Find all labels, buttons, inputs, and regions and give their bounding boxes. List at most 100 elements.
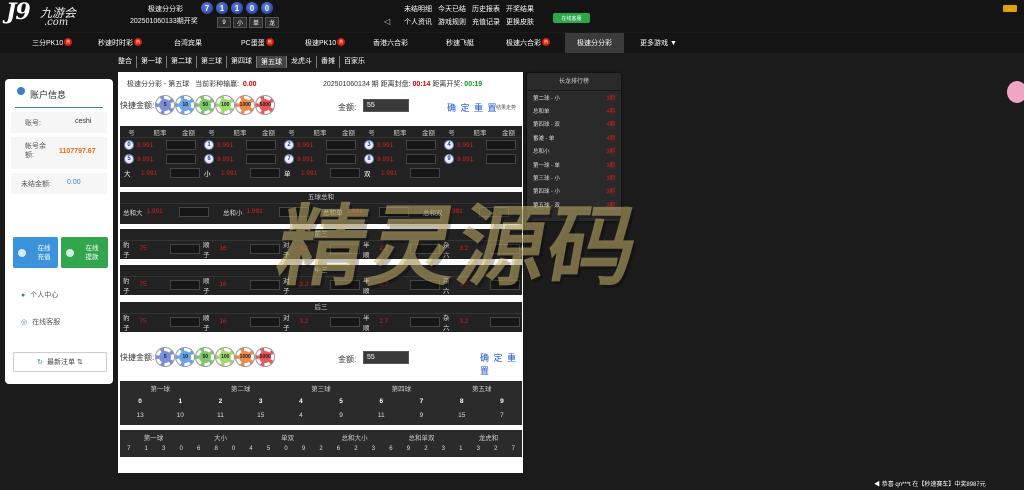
bet-amount-input[interactable] bbox=[326, 154, 356, 164]
subnav-item-0[interactable]: 整合 bbox=[114, 56, 137, 68]
bet-amount-input[interactable] bbox=[170, 168, 200, 178]
subnav-item-8[interactable]: 百家乐 bbox=[340, 56, 369, 68]
result-ball: 0 bbox=[246, 2, 258, 14]
bet-amount-input[interactable] bbox=[170, 243, 200, 254]
odds-value: 9.991 bbox=[137, 155, 154, 163]
history-header[interactable]: 总和大小 bbox=[321, 432, 388, 442]
bet-amount-input[interactable] bbox=[246, 140, 276, 150]
nav-item-1[interactable]: 秒速时时彩热 bbox=[98, 38, 142, 48]
deposit-button[interactable]: 在线充值 bbox=[13, 237, 58, 268]
chip-10[interactable]: 10 bbox=[176, 96, 195, 114]
history-header-row: 第一球 大小 单双 总和大小 总和单双 龙虎和 bbox=[120, 430, 522, 443]
bet-amount-input[interactable] bbox=[330, 316, 360, 327]
stats-numbers-row: 0 1 2 3 4 5 6 7 8 9 bbox=[120, 394, 522, 408]
chip-1000[interactable]: 1000 bbox=[236, 348, 255, 366]
withdraw-button[interactable]: 在线提款 bbox=[61, 237, 108, 268]
bet-amount-input[interactable] bbox=[166, 154, 196, 164]
nav-item-3[interactable]: PC蛋蛋热 bbox=[241, 38, 274, 48]
history-header[interactable]: 龙虎和 bbox=[455, 432, 522, 442]
nav-item-0[interactable]: 三分PK10 热 bbox=[32, 38, 73, 48]
stats-header[interactable]: 第二球 bbox=[200, 383, 280, 393]
bet-amount-input[interactable] bbox=[250, 168, 280, 178]
nav-item-8[interactable]: 极速分分彩 bbox=[565, 33, 624, 53]
bet-amount-input[interactable] bbox=[170, 279, 200, 290]
chip-100[interactable]: 100 bbox=[216, 96, 235, 114]
menu-unsettled[interactable]: 未结明细 bbox=[404, 4, 432, 14]
menu-change-skin[interactable]: 更换皮肤 bbox=[506, 17, 534, 27]
amount-input[interactable] bbox=[363, 99, 409, 112]
site-logo[interactable]: J9 九游会 .com bbox=[6, 0, 106, 29]
bet-amount-input[interactable] bbox=[486, 154, 516, 164]
bet-amount-input[interactable] bbox=[178, 206, 209, 217]
menu-draw-results[interactable]: 开奖结果 bbox=[506, 4, 534, 14]
stats-header[interactable]: 第五球 bbox=[442, 383, 522, 393]
refresh-bets-button[interactable]: ↻ 最新注单 ⇅ bbox=[13, 352, 107, 372]
result-ball: 1 bbox=[216, 2, 228, 14]
online-service-link[interactable]: ◎ 在线客服 bbox=[21, 317, 60, 327]
bet-amount-input[interactable] bbox=[166, 140, 196, 150]
loss-value: 0.00 bbox=[242, 81, 257, 88]
bet-amount-input[interactable] bbox=[406, 140, 436, 150]
bet-amount-input[interactable] bbox=[406, 154, 436, 164]
nav-item-9[interactable]: 更多游戏 ▼ bbox=[640, 38, 677, 48]
bet-amount-input[interactable] bbox=[250, 316, 280, 327]
chip-10[interactable]: 10 bbox=[176, 348, 195, 366]
chip-5[interactable]: 5 bbox=[156, 348, 175, 366]
bet-amount-input[interactable] bbox=[486, 140, 516, 150]
reset-button[interactable]: 重 置 bbox=[474, 103, 498, 113]
history-header[interactable]: 总和单双 bbox=[388, 432, 455, 442]
subnav-item-1[interactable]: 第一球 bbox=[137, 56, 167, 68]
menu-recharge-records[interactable]: 充值记录 bbox=[472, 17, 500, 27]
chip-1000[interactable]: 1000 bbox=[236, 96, 255, 114]
stats-header[interactable]: 第三球 bbox=[281, 383, 361, 393]
online-service-button[interactable]: 在线客服 bbox=[553, 13, 590, 23]
subnav-item-5[interactable]: 第五球 bbox=[257, 56, 287, 68]
chip-100[interactable]: 100 bbox=[216, 348, 235, 366]
number-ball: 1 bbox=[204, 140, 214, 150]
history-header[interactable]: 第一球 bbox=[120, 432, 187, 442]
chip-5000[interactable]: 5000 bbox=[256, 96, 275, 114]
bet-amount-input[interactable] bbox=[410, 316, 440, 327]
menu-game-rules[interactable]: 游戏规则 bbox=[438, 17, 466, 27]
personal-center-link[interactable]: ● 个人中心 bbox=[21, 290, 58, 300]
subnav-item-6[interactable]: 龙虎斗 bbox=[287, 56, 317, 68]
nav-item-2[interactable]: 台湾宾果 bbox=[174, 38, 202, 48]
odds-header: 赔率 bbox=[313, 129, 327, 137]
chip-50[interactable]: 50 bbox=[196, 348, 215, 366]
bet-amount-input[interactable] bbox=[246, 154, 276, 164]
stats-number: 9 bbox=[500, 397, 504, 405]
corner-badge[interactable]: ... bbox=[1003, 5, 1017, 12]
bet-amount-input[interactable] bbox=[490, 316, 520, 327]
nav-item-7[interactable]: 极速六合彩热 bbox=[506, 38, 550, 48]
subnav-item-3[interactable]: 第三球 bbox=[197, 56, 227, 68]
subnav-item-2[interactable]: 第二球 bbox=[167, 56, 197, 68]
confirm-button[interactable]: 确 定 bbox=[447, 103, 471, 113]
confirm-button-2[interactable]: 确 定 bbox=[480, 353, 504, 363]
history-header[interactable]: 大小 bbox=[187, 432, 254, 442]
bet-amount-input[interactable] bbox=[250, 243, 280, 254]
nav-item-6[interactable]: 秒速飞艇 bbox=[446, 38, 474, 48]
nav-item-4[interactable]: 极速PK10 热 bbox=[305, 38, 346, 48]
trend-link[interactable]: 结果走势 bbox=[496, 104, 516, 111]
history-header[interactable]: 单双 bbox=[254, 432, 321, 442]
amount-input-2[interactable] bbox=[363, 351, 409, 364]
chip-5[interactable]: 5 bbox=[156, 96, 175, 114]
chip-50[interactable]: 50 bbox=[196, 96, 215, 114]
stats-header[interactable]: 第一球 bbox=[120, 383, 200, 393]
odds-cell: 小 1.991 bbox=[200, 166, 280, 180]
stats-number: 2 bbox=[218, 397, 223, 405]
headset-icon: ◎ bbox=[21, 319, 28, 326]
sound-icon[interactable]: ◁ bbox=[384, 17, 390, 26]
chip-5000[interactable]: 5000 bbox=[256, 348, 275, 366]
floating-chat-icon[interactable] bbox=[1007, 81, 1024, 103]
bet-amount-input[interactable] bbox=[170, 316, 200, 327]
subnav-item-7[interactable]: 番摊 bbox=[317, 56, 340, 68]
menu-personal-info[interactable]: 个人资讯 bbox=[404, 17, 432, 27]
stats-header[interactable]: 第四球 bbox=[361, 383, 441, 393]
subnav-item-4[interactable]: 第四球 bbox=[227, 56, 257, 68]
bet-amount-input[interactable] bbox=[326, 140, 356, 150]
menu-today-settled[interactable]: 今天已结 bbox=[438, 4, 466, 14]
section-odds: 16 bbox=[219, 318, 227, 325]
nav-item-5[interactable]: 香港六合彩 bbox=[373, 38, 408, 48]
menu-history-report[interactable]: 历史报表 bbox=[472, 4, 500, 14]
